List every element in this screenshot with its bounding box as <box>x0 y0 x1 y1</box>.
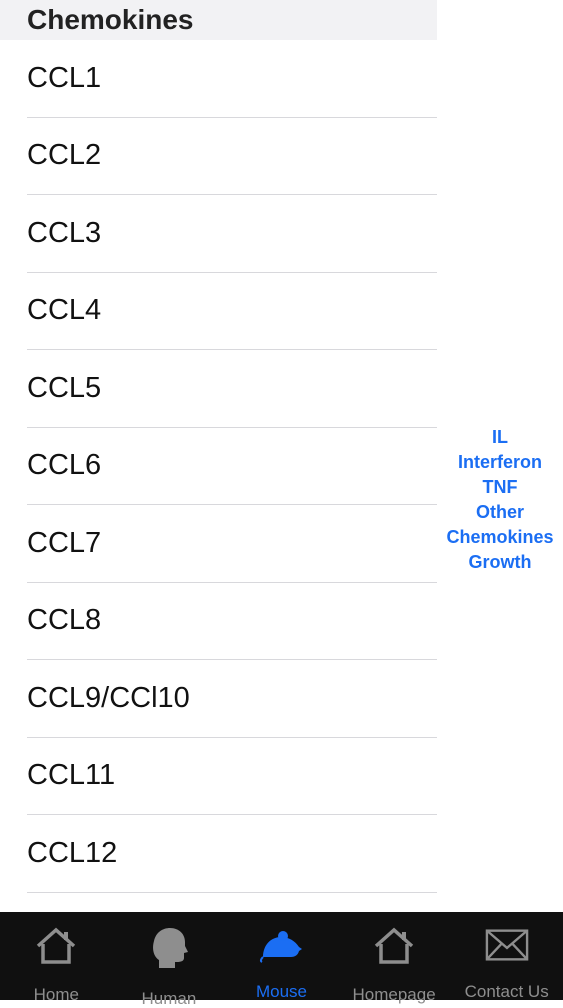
cytokine-list[interactable]: CCL1 CCL2 CCL3 CCL4 CCL5 CCL6 CCL7 CCL8 … <box>0 40 437 912</box>
section-title: Chemokines <box>27 4 194 35</box>
index-item-growth[interactable]: Growth <box>469 550 532 575</box>
list-item[interactable]: CCL9/CCl10 <box>27 660 437 738</box>
list-item-label: CCL1 <box>27 61 102 94</box>
list-item-label: CCL11 <box>27 759 116 792</box>
section-index-bar[interactable]: IL Interferon TNF Other Chemokines Growt… <box>437 425 563 575</box>
list-item-label: CCL7 <box>27 526 102 559</box>
list-item[interactable]: CCL11 <box>27 738 437 815</box>
tab-label: Mouse <box>255 982 307 1001</box>
tab-bar: Home Human Mouse Homepage Contact Us <box>0 912 563 1007</box>
list-item[interactable]: CCL2 <box>27 118 437 195</box>
list-item-label: CCL12 <box>27 836 118 869</box>
index-item-interferon[interactable]: Interferon <box>458 450 542 475</box>
list-item-label: CCL3 <box>27 216 102 249</box>
index-item-il[interactable]: IL <box>492 425 508 450</box>
list-item[interactable]: CCL6 <box>27 428 437 505</box>
list-item-label: CCL6 <box>27 449 102 482</box>
index-item-other[interactable]: Other <box>476 500 524 525</box>
house-icon <box>34 926 78 966</box>
list-item-label: CCL2 <box>27 139 102 172</box>
tab-human[interactable]: Human <box>113 912 226 1007</box>
tab-label: Home <box>33 985 79 1004</box>
envelope-icon <box>485 926 529 963</box>
mouse-icon <box>259 926 303 963</box>
tab-contact-us[interactable]: Contact Us <box>450 912 563 1000</box>
tab-label: Human <box>141 989 197 1008</box>
tab-mouse[interactable]: Mouse <box>225 912 338 1000</box>
list-item-label: CCL4 <box>27 294 102 327</box>
list-item[interactable]: CCL3 <box>27 195 437 273</box>
list-item-label: CCL9/CCl10 <box>27 681 190 714</box>
human-head-icon <box>147 926 191 970</box>
list-item[interactable]: CCL12 <box>27 815 437 893</box>
list-item-label: CCL8 <box>27 604 102 637</box>
list-item[interactable]: CCL8 <box>27 583 437 660</box>
tab-label: Homepage <box>352 985 436 1004</box>
index-item-chemokines[interactable]: Chemokines <box>446 525 553 550</box>
list-item[interactable]: CCL5 <box>27 350 437 428</box>
list-item[interactable]: CCL1 <box>27 40 437 118</box>
section-header: Chemokines <box>0 0 437 40</box>
index-item-tnf[interactable]: TNF <box>483 475 518 500</box>
tab-homepage[interactable]: Homepage <box>338 912 451 1004</box>
list-item[interactable]: CCL4 <box>27 273 437 350</box>
list-item[interactable]: CCL7 <box>27 505 437 583</box>
house-icon <box>372 926 416 966</box>
list-item-label: CCL5 <box>27 371 102 404</box>
tab-label: Contact Us <box>464 982 549 1001</box>
tab-home[interactable]: Home <box>0 912 113 1004</box>
